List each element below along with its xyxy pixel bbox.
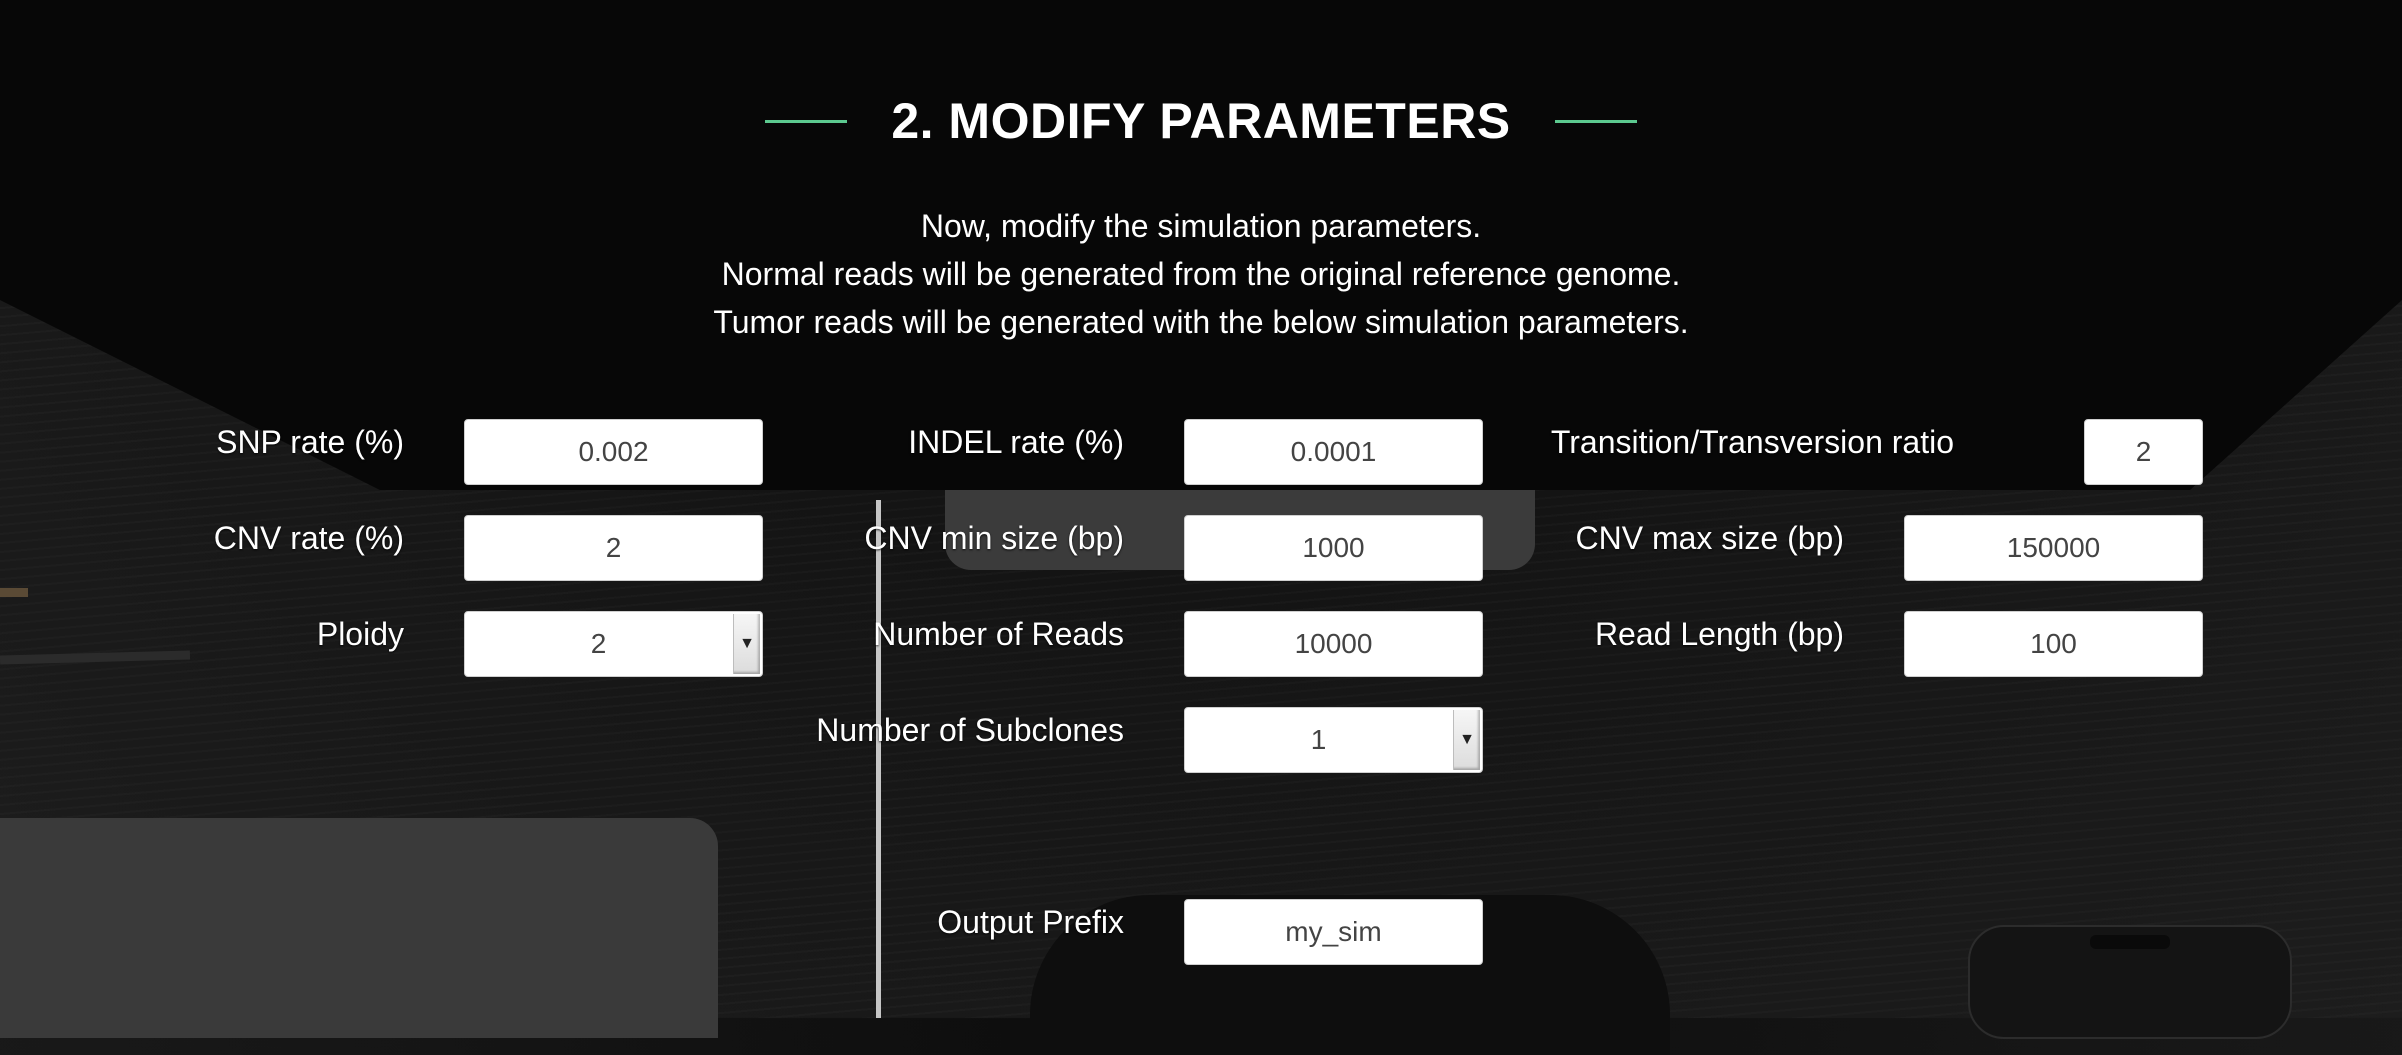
chevron-down-icon[interactable]: ▼ xyxy=(733,614,760,674)
read-length-input[interactable] xyxy=(1904,611,2203,677)
num-reads-label: Number of Reads xyxy=(873,616,1124,652)
intro-line: Now, modify the simulation parameters. xyxy=(920,208,1482,244)
num-subclones-select[interactable]: 1 ▼ xyxy=(1184,707,1483,773)
section-header: 2. MODIFY PARAMETERS xyxy=(0,92,2402,150)
snp-rate-input[interactable] xyxy=(464,419,763,485)
background-pencil-tip xyxy=(0,588,28,597)
chevron-down-icon[interactable]: ▼ xyxy=(1453,710,1480,770)
header-rule-left xyxy=(764,119,847,123)
background-pencil xyxy=(0,650,191,665)
background-cable xyxy=(876,500,881,1018)
output-prefix-label: Output Prefix xyxy=(937,904,1124,940)
num-reads-input[interactable] xyxy=(1184,611,1483,677)
num-subclones-label: Number of Subclones xyxy=(816,712,1124,748)
indel-rate-input[interactable] xyxy=(1184,419,1483,485)
cnv-rate-label: CNV rate (%) xyxy=(213,520,404,556)
intro-line: Normal reads will be generated from the … xyxy=(721,256,1681,292)
cnv-min-size-label: CNV min size (bp) xyxy=(864,520,1124,556)
titv-ratio-label: Transition/Transversion ratio xyxy=(1550,424,1954,460)
titv-ratio-input[interactable] xyxy=(2084,419,2203,485)
ploidy-select[interactable]: 2 ▼ xyxy=(464,611,763,677)
ploidy-label: Ploidy xyxy=(316,616,404,652)
section-title: 2. MODIFY PARAMETERS xyxy=(891,93,1511,149)
intro-line: Tumor reads will be generated with the b… xyxy=(713,304,1689,340)
header-rule-right xyxy=(1555,119,1638,123)
num-subclones-select-value: 1 xyxy=(1310,724,1327,755)
background-laptop xyxy=(0,818,718,1038)
section-intro: Now, modify the simulation parameters. N… xyxy=(0,202,2402,346)
snp-rate-label: SNP rate (%) xyxy=(216,424,404,460)
output-prefix-input[interactable] xyxy=(1184,899,1483,965)
read-length-label: Read Length (bp) xyxy=(1594,616,1844,652)
cnv-rate-input[interactable] xyxy=(464,515,763,581)
cnv-max-size-input[interactable] xyxy=(1904,515,2203,581)
cnv-min-size-input[interactable] xyxy=(1184,515,1483,581)
ploidy-select-value: 2 xyxy=(590,628,607,659)
cnv-max-size-label: CNV max size (bp) xyxy=(1575,520,1845,556)
background-phone-speaker xyxy=(2090,935,2170,949)
indel-rate-label: INDEL rate (%) xyxy=(908,424,1124,460)
